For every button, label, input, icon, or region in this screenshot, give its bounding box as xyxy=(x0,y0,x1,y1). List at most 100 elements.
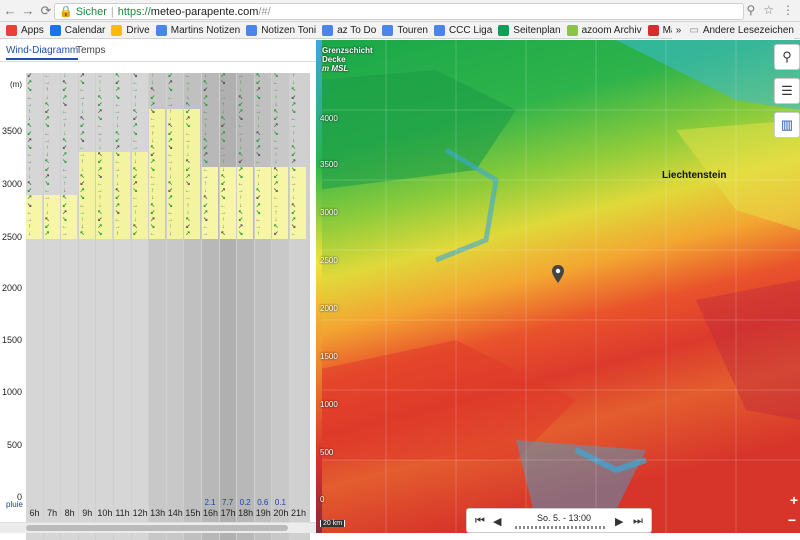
wind-cell: ↘ xyxy=(272,188,289,196)
wind-arrow-icon: ↓ xyxy=(28,173,31,180)
wind-cell: ↑ xyxy=(96,80,112,87)
wind-cell: ↗ xyxy=(202,95,218,102)
menu-icon[interactable]: ⋮ xyxy=(782,3,794,17)
wind-cell: ← xyxy=(149,173,166,181)
wind-cell: ↘ xyxy=(96,173,113,181)
bookmark-item[interactable]: az To Do xyxy=(322,24,376,36)
wind-arrow-icon: ↖ xyxy=(238,152,244,159)
wind-cell: ↘ xyxy=(26,87,42,94)
zoom-out-button[interactable]: − xyxy=(788,512,796,528)
wind-cell: ↖ xyxy=(272,109,288,116)
location-marker-icon[interactable] xyxy=(552,265,564,285)
bookmark-item[interactable]: CCC Liga xyxy=(433,24,492,36)
zoom-icon[interactable]: ⚲ xyxy=(746,3,755,17)
wind-arrow-icon: ↘ xyxy=(79,137,85,144)
time-slider[interactable] xyxy=(515,526,605,529)
sliders-icon[interactable]: ☰ xyxy=(774,78,800,104)
wind-arrow-icon: ↗ xyxy=(238,224,244,231)
wind-cell: ↑ xyxy=(237,138,253,145)
wind-cell: ↓ xyxy=(255,123,271,130)
reload-icon[interactable]: ⟳ xyxy=(38,3,54,19)
wind-arrow-icon: ↖ xyxy=(255,130,261,137)
hour-label: 20h xyxy=(273,508,289,518)
wind-arrow-icon: ↘ xyxy=(255,94,261,101)
legend-line: m MSL xyxy=(322,64,349,73)
bookmark-item[interactable]: Notizen Toni xyxy=(246,24,316,36)
wind-arrow-icon: ← xyxy=(202,166,209,173)
wind-arrow-icon: ↓ xyxy=(98,202,102,209)
wind-cell: ↖ xyxy=(149,145,166,153)
zoom-in-button[interactable]: + xyxy=(790,492,798,508)
wind-cell: ↑ xyxy=(78,159,95,167)
wind-arrow-icon: → xyxy=(114,109,121,115)
bookmarks-more[interactable]: » xyxy=(676,25,682,36)
wind-cell: ↗ xyxy=(79,73,95,80)
wind-arrow-icon: ↘ xyxy=(26,145,33,151)
forward-icon[interactable]: → xyxy=(20,3,36,18)
horizontal-scrollbar[interactable] xyxy=(0,522,316,533)
wind-arrow-icon: ↗ xyxy=(185,231,191,238)
wind-cell: ↗ xyxy=(26,80,42,87)
terrain-map[interactable] xyxy=(316,40,800,533)
wind-cell: ↖ xyxy=(166,181,183,189)
wind-arrow-icon: ↖ xyxy=(79,116,85,123)
url-scheme: https:// xyxy=(117,5,151,18)
wind-cell: ↙ xyxy=(131,173,148,181)
bookmarks-overflow[interactable]: » ▭ Andere Lesezeichen xyxy=(671,22,794,39)
wind-cell: → xyxy=(202,173,218,181)
wind-cell: → xyxy=(184,195,201,203)
other-bookmarks[interactable]: Andere Lesezeichen xyxy=(703,25,794,36)
wind-cell: ↙ xyxy=(184,224,201,232)
wind-cell: → xyxy=(184,137,201,145)
bookmark-item[interactable]: azoom Archiv xyxy=(566,24,642,36)
wind-cell: → xyxy=(219,209,236,217)
bookmark-star-icon[interactable]: ☆ xyxy=(763,3,774,17)
wind-arrow-icon: ↗ xyxy=(79,130,85,137)
wind-cell: ↓ xyxy=(237,145,253,152)
bookmark-item[interactable]: Drive xyxy=(111,24,150,36)
scrollbar-thumb[interactable] xyxy=(26,525,288,531)
wind-arrow-icon: ↑ xyxy=(133,94,137,101)
wind-cell: ← xyxy=(78,202,95,210)
next-icon[interactable]: ▶ xyxy=(615,515,623,528)
wind-arrow-icon: ↙ xyxy=(273,231,279,238)
back-icon[interactable]: ← xyxy=(2,3,18,18)
precip-value: 0.1 xyxy=(274,498,286,507)
wind-cell: → xyxy=(61,231,78,239)
wind-arrow-icon: ↘ xyxy=(220,195,226,202)
bookmark-item[interactable]: Seitenplan xyxy=(498,24,561,36)
wind-arrow-icon: ↖ xyxy=(167,181,173,187)
wind-arrow-icon: ↗ xyxy=(238,166,244,173)
bookmark-icon xyxy=(322,24,334,36)
wind-cell: ↙ xyxy=(44,109,60,116)
first-icon[interactable]: ⏮ xyxy=(475,515,485,528)
tab-temps[interactable]: Temps xyxy=(76,45,105,56)
wind-cell: ← xyxy=(44,188,60,195)
wind-cell: ↑ xyxy=(44,145,60,152)
bookmark-item[interactable]: Martins Notizen xyxy=(155,24,240,36)
wind-cell: ↗ xyxy=(202,209,218,217)
address-bar[interactable]: 🔒 Sicher | https:// meteo-parapente.com … xyxy=(54,3,744,20)
wind-arrow-icon: ← xyxy=(202,109,209,115)
wind-arrow-icon: ← xyxy=(272,195,279,202)
wind-arrow-icon: ↑ xyxy=(186,145,190,151)
wind-cell: ← xyxy=(237,181,254,189)
chart-icon[interactable]: ▥ xyxy=(774,112,800,138)
bookmark-item[interactable]: Apps xyxy=(6,24,44,36)
wind-cell: ↖ xyxy=(219,173,236,181)
last-icon[interactable]: ⏭ xyxy=(633,515,643,528)
wind-cell: ↑ xyxy=(237,195,254,203)
wind-arrow-icon: → xyxy=(96,73,103,79)
wind-cell: ↑ xyxy=(114,173,130,181)
wind-arrow-icon: ← xyxy=(272,80,279,87)
prev-icon[interactable]: ◀ xyxy=(493,515,501,528)
map-view[interactable]: Grenzschicht Decke m MSL 4000 3500 3000 … xyxy=(316,40,800,533)
wind-arrow-icon: ↙ xyxy=(202,87,209,94)
bookmark-item[interactable]: Touren xyxy=(382,24,428,36)
search-icon[interactable]: ⚲ xyxy=(774,44,800,70)
wind-cell: ↗ xyxy=(220,73,236,80)
bookmark-item[interactable]: Calendar xyxy=(49,24,105,36)
wind-arrow-icon: ↗ xyxy=(132,181,138,187)
wind-arrow-icon: ↑ xyxy=(28,109,31,115)
wind-cell: ↘ xyxy=(26,145,42,152)
